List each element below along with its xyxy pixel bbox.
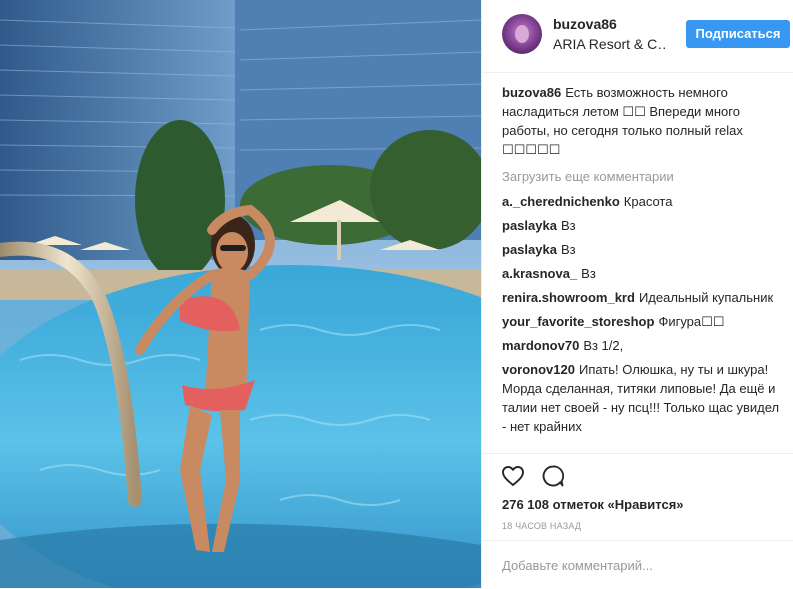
heart-icon[interactable] <box>501 464 525 488</box>
comment-username[interactable]: a.krasnova_ <box>502 266 577 281</box>
follow-button[interactable]: Подписаться <box>686 20 790 48</box>
list-item: paslayka Вз <box>502 216 784 235</box>
comment-username[interactable]: paslayka <box>502 242 557 257</box>
list-item: mardonov70 Вз 1/2, <box>502 336 784 355</box>
comment-username[interactable]: voronov120 <box>502 362 575 377</box>
list-item: paslayka Вз <box>502 240 784 259</box>
post-location[interactable]: ARIA Resort & C… <box>553 36 665 52</box>
comment-input[interactable] <box>500 551 774 579</box>
post-author-username[interactable]: buzova86 <box>553 16 617 32</box>
comment-username[interactable]: your_favorite_storeshop <box>502 314 654 329</box>
comment-text: Идеальный купальник <box>638 290 774 305</box>
comment-text: Вз 1/2, <box>583 338 624 353</box>
comment-username[interactable]: renira.showroom_krd <box>502 290 635 305</box>
comment-text: Вз <box>560 242 576 257</box>
comment-username[interactable]: paslayka <box>502 218 557 233</box>
list-item: renira.showroom_krd Идеальный купальник <box>502 288 784 307</box>
likes-count[interactable]: 276 108 отметок «Нравится» <box>502 497 684 512</box>
post-photo[interactable] <box>0 0 481 588</box>
comment-username[interactable]: mardonov70 <box>502 338 579 353</box>
avatar[interactable] <box>502 14 542 54</box>
list-item: your_favorite_storeshop Фигура☐☐ <box>502 312 784 331</box>
add-comment-bar <box>482 540 793 589</box>
comments-list[interactable]: buzova86 Есть возможность немного наслади… <box>502 83 784 453</box>
post-caption: buzova86 Есть возможность немного наслади… <box>502 83 784 159</box>
post-header: buzova86 ARIA Resort & C… Подписаться <box>482 0 793 73</box>
comment-text: Фигура☐☐ <box>658 314 725 329</box>
speech-bubble-icon[interactable] <box>541 464 565 488</box>
comment-username[interactable]: a._cherednichenko <box>502 194 620 209</box>
caption-username[interactable]: buzova86 <box>502 85 561 100</box>
list-item: voronov120 Ипать! Олюшка, ну ты и шкура! … <box>502 360 784 436</box>
post-details-panel: buzova86 ARIA Resort & C… Подписаться bu… <box>482 0 793 588</box>
avatar-face <box>515 25 529 43</box>
post-timestamp[interactable]: 18 ЧАСОВ НАЗАД <box>502 521 581 531</box>
list-item: a._cherednichenko Красота <box>502 192 784 211</box>
comment-text: Вз <box>581 266 596 281</box>
action-bar <box>482 453 793 494</box>
comment-text: Вз <box>560 218 576 233</box>
comment-text: Красота <box>623 194 673 209</box>
list-item: a.krasnova_ Вз <box>502 264 784 283</box>
load-more-comments-link[interactable]: Загрузить еще комментарии <box>502 167 784 186</box>
